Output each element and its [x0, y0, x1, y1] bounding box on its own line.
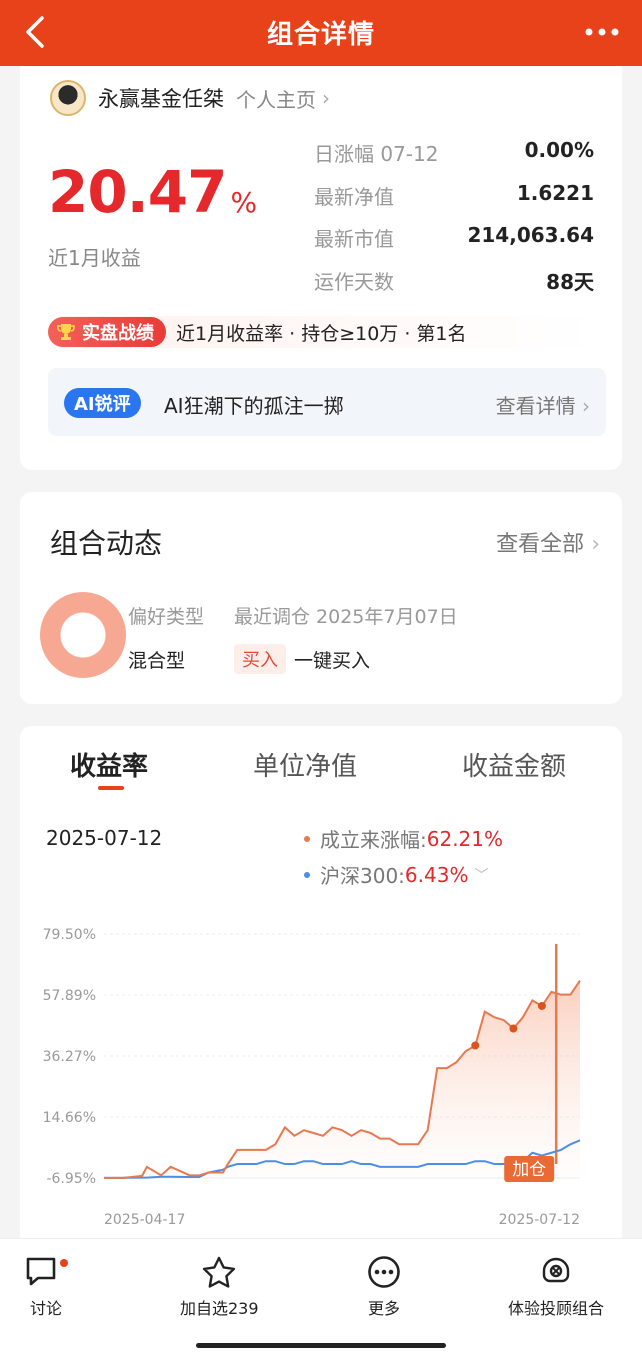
- top-nav-bar: 组合详情: [0, 0, 642, 66]
- preference-label: 偏好类型: [128, 606, 205, 628]
- x-tick-label: 2025-04-17: [104, 1212, 185, 1228]
- y-tick-label: 36.27%: [43, 1049, 96, 1065]
- manager-row[interactable]: 永赢基金任桀 个人主页 ›: [50, 78, 330, 118]
- chevron-right-icon: ›: [582, 394, 590, 418]
- returns-chart-card: 收益率 单位净值 收益金额 2025-07-12 成立来涨幅: 62.21% 沪深…: [20, 726, 622, 1246]
- ai-review-box[interactable]: AI锐评 AI狂潮下的孤注一掷 查看详情 ›: [48, 368, 606, 436]
- y-tick-label: 79.50%: [43, 927, 96, 943]
- manager-home-link[interactable]: 个人主页: [236, 84, 316, 113]
- y-tick-label: -6.95%: [46, 1171, 96, 1187]
- home-indicator: [196, 1343, 446, 1348]
- y-tick-label: 14.66%: [43, 1110, 96, 1126]
- more-dots-icon[interactable]: [584, 24, 620, 40]
- section-title: 组合动态: [50, 527, 163, 560]
- summary-card: 永赢基金任桀 个人主页 › 20.47% 近1月收益 日涨幅 07-12 0.00…: [20, 66, 622, 470]
- x-tick-label: 2025-07-12: [499, 1212, 580, 1228]
- stats-list: 日涨幅 07-12 0.00% 最新净值 1.6221 最新市值 214,063.64…: [314, 134, 594, 304]
- star-icon: [203, 1256, 236, 1288]
- view-all-link[interactable]: 查看全部 ›: [496, 526, 600, 558]
- discuss-button[interactable]: 讨论: [24, 1255, 68, 1319]
- stat-row: 日涨幅 07-12 0.00%: [314, 138, 594, 166]
- ranking-text: 近1月收益率 · 持仓≥10万 · 第1名: [176, 322, 467, 345]
- advisor-icon: [542, 1257, 570, 1283]
- monthly-return-label: 近1月收益: [48, 246, 141, 270]
- portfolio-dynamics-card: 组合动态 查看全部 › 偏好类型 混合型 最近调仓 2025年7月07日 买入 …: [20, 492, 622, 704]
- chevron-right-icon: ›: [322, 86, 330, 110]
- stat-row: 运作天数 88天: [314, 269, 594, 294]
- series-area: [104, 980, 580, 1178]
- ranking-badge-row[interactable]: 实盘战绩 近1月收益率 · 持仓≥10万 · 第1名: [48, 316, 596, 348]
- chevron-right-icon: ›: [591, 532, 600, 557]
- stat-row: 最新市值 214,063.64: [314, 223, 594, 251]
- avatar: [50, 80, 86, 116]
- y-tick-label: 57.89%: [43, 988, 96, 1004]
- one-click-buy[interactable]: 一键买入: [294, 646, 370, 673]
- chat-bubble-icon: [26, 1257, 68, 1286]
- bottom-action-bar: 讨论 加自选239 更多 体验投顾组合: [0, 1238, 642, 1360]
- add-watchlist-button[interactable]: 加自选239: [180, 1255, 259, 1319]
- returns-line-chart: 79.50% 57.89% 36.27% 14.66% -6.95% 2025-04-17…: [43, 927, 581, 1228]
- ai-review-tag: AI锐评: [64, 388, 141, 418]
- preference-value: 混合型: [128, 650, 186, 672]
- trade-marker: [509, 1024, 518, 1033]
- more-button[interactable]: 更多: [366, 1255, 402, 1319]
- last-adjust-date: 最近调仓 2025年7月07日: [234, 606, 458, 628]
- manager-name: 永赢基金任桀: [98, 87, 224, 111]
- add-position-label: 加仓: [512, 1160, 546, 1180]
- buy-tag: 买入: [234, 644, 286, 674]
- trade-marker: [537, 1001, 546, 1010]
- more-circle-icon: [368, 1256, 400, 1288]
- trade-marker: [471, 1041, 480, 1050]
- monthly-return: 20.47%: [48, 158, 257, 226]
- view-details-link[interactable]: 查看详情 ›: [496, 390, 590, 419]
- live-record-badge: 实盘战绩: [48, 317, 166, 347]
- advisor-portfolio-button[interactable]: 体验投顾组合: [508, 1255, 604, 1319]
- ai-review-title: AI狂潮下的孤注一掷: [164, 394, 344, 418]
- trophy-icon: [57, 324, 75, 340]
- allocation-donut: [40, 592, 126, 678]
- stat-row: 最新净值 1.6221: [314, 180, 594, 209]
- page-title: 组合详情: [266, 20, 375, 50]
